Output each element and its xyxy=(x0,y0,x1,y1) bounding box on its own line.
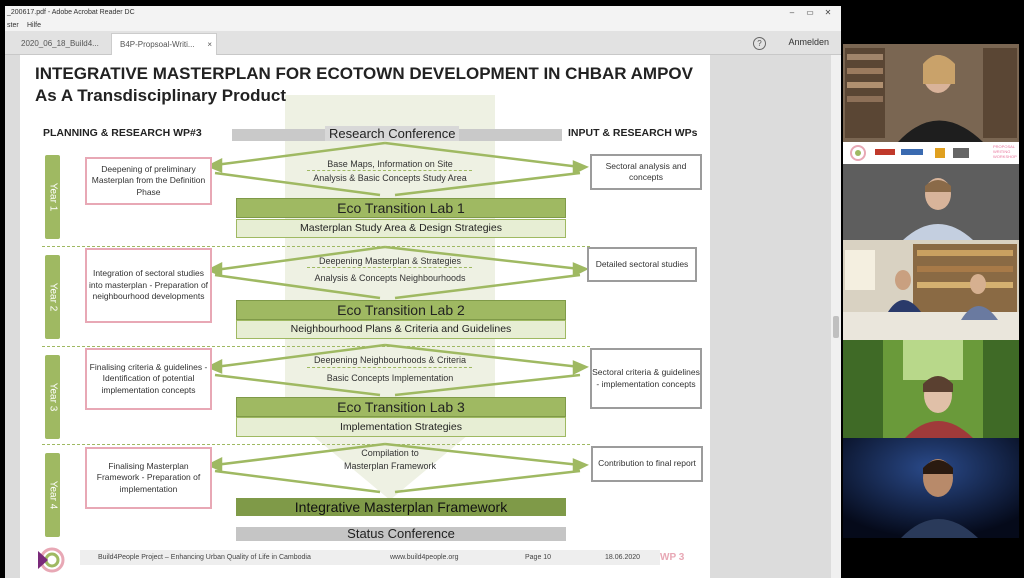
title-bar: _200617.pdf - Adobe Acrobat Reader DC – … xyxy=(5,6,841,20)
video-tile-participant-3[interactable] xyxy=(843,240,1019,340)
year-1-label: Year 1 xyxy=(47,182,58,212)
lab-2-subtitle: Neighbourhood Plans & Criteria and Guide… xyxy=(236,320,566,339)
mid-divider xyxy=(307,267,472,268)
tab-bar: 2020_06_18_Build4... B4P-Propsoal-Writi.… xyxy=(5,31,841,55)
build4people-logo xyxy=(38,547,65,573)
year-2-marker: Year 2 xyxy=(45,255,60,339)
footer-url: www.build4people.org xyxy=(390,554,459,561)
video-tile-participant-2[interactable] xyxy=(843,164,1019,240)
mid-text-year-3a: Deepening Neighbourhoods & Criteria xyxy=(313,355,467,365)
mid-divider xyxy=(307,170,472,171)
footer-date: 18.06.2020 xyxy=(605,554,641,561)
help-icon[interactable]: ? xyxy=(753,37,766,50)
eco-transition-lab-3: Eco Transition Lab 3 xyxy=(236,397,566,417)
mid-divider xyxy=(307,367,472,368)
window-title: _200617.pdf - Adobe Acrobat Reader DC xyxy=(7,9,135,16)
background-down-arrow xyxy=(270,95,510,500)
footer-page: Page 10 xyxy=(525,554,552,561)
footer-wp: WP 3 xyxy=(660,552,685,563)
tab-label: 2020_06_18_Build4... xyxy=(21,39,99,48)
left-box-year-4: Finalising Masterplan Framework - Prepar… xyxy=(85,447,212,509)
menu-item-window[interactable]: ster xyxy=(7,20,19,31)
maximize-icon[interactable]: ▭ xyxy=(803,8,817,18)
right-box-year-4: Contribution to final report xyxy=(591,446,703,482)
scrollbar-thumb[interactable] xyxy=(833,316,839,338)
slide-subtitle: As A Transdisciplinary Product xyxy=(35,86,286,105)
mid-text-year-4b: Masterplan Framework xyxy=(343,461,437,471)
participant-5-video xyxy=(843,438,1019,538)
tab-document-2[interactable]: B4P-Propsoal-Writi... × xyxy=(111,33,217,55)
status-conference: Status Conference xyxy=(236,527,566,541)
left-box-year-2: Integration of sectoral studies into mas… xyxy=(85,248,212,323)
participant-3-video xyxy=(843,240,1019,340)
year-1-marker: Year 1 xyxy=(45,155,60,239)
right-column-header: INPUT & RESEARCH WPs xyxy=(568,127,698,139)
eco-transition-lab-1: Eco Transition Lab 1 xyxy=(236,198,566,218)
lab-1-subtitle: Masterplan Study Area & Design Strategie… xyxy=(236,219,566,238)
mid-text-year-1a: Base Maps, Information on Site xyxy=(327,159,453,169)
participant-2-video xyxy=(843,164,1019,240)
research-conference-label: Research Conference xyxy=(325,126,460,141)
right-box-year-2: Detailed sectoral studies xyxy=(587,247,697,282)
close-icon[interactable]: ✕ xyxy=(821,8,835,18)
slide-title: INTEGRATIVE MASTERPLAN FOR ECOTOWN DEVEL… xyxy=(35,64,693,83)
workshop-banner: PROPOSAL WRITING WORKSHOP xyxy=(843,142,1019,164)
menu-bar: ster Hilfe xyxy=(5,20,841,31)
tab-document-1[interactable]: 2020_06_18_Build4... xyxy=(13,33,116,54)
integrative-masterplan-framework: Integrative Masterplan Framework xyxy=(236,498,566,516)
presenter-video xyxy=(843,44,1019,142)
year-divider-1 xyxy=(42,246,590,247)
year-3-label: Year 3 xyxy=(47,382,58,412)
mid-text-year-1b: Analysis & Basic Concepts Study Area xyxy=(313,173,467,183)
minimize-icon[interactable]: – xyxy=(785,8,799,18)
mid-text-year-3b: Basic Concepts Implementation xyxy=(326,373,454,383)
left-box-year-3: Finalising criteria & guidelines - Ident… xyxy=(85,348,212,410)
year-4-label: Year 4 xyxy=(47,480,58,510)
mid-text-year-4a: Compilation to xyxy=(361,448,419,458)
right-box-year-3: Sectoral criteria & guidelines - impleme… xyxy=(590,348,702,409)
left-box-year-1: Deepening of preliminary Masterplan from… xyxy=(85,157,212,205)
footer-project: Build4People Project – Enhancing Urban Q… xyxy=(98,554,311,561)
participant-4-video xyxy=(843,340,1019,438)
lab-3-subtitle: Implementation Strategies xyxy=(236,417,566,437)
signin-button[interactable]: Anmelden xyxy=(788,31,829,54)
year-divider-3 xyxy=(42,444,590,445)
eco-transition-lab-2: Eco Transition Lab 2 xyxy=(236,300,566,320)
video-tile-presenter[interactable] xyxy=(843,44,1019,142)
video-tile-participant-5[interactable] xyxy=(843,438,1019,538)
left-column-header: PLANNING & RESEARCH WP#3 xyxy=(43,127,202,139)
workshop-logo-text: PROPOSAL WRITING WORKSHOP xyxy=(993,144,1017,159)
pdf-page: INTEGRATIVE MASTERPLAN FOR ECOTOWN DEVEL… xyxy=(20,55,710,578)
menu-item-help[interactable]: Hilfe xyxy=(27,20,41,31)
tab-close-icon[interactable]: × xyxy=(207,34,212,55)
mid-text-year-2a: Deepening Masterplan & Strategies xyxy=(318,256,462,266)
mid-text-year-2b: Analysis & Concepts Neighbourhoods xyxy=(314,273,466,283)
video-tile-participant-4[interactable] xyxy=(843,340,1019,438)
year-2-label: Year 2 xyxy=(47,282,58,312)
acrobat-window: _200617.pdf - Adobe Acrobat Reader DC – … xyxy=(5,6,841,578)
tab-label: B4P-Propsoal-Writi... xyxy=(120,40,195,49)
right-box-year-1: Sectoral analysis and concepts xyxy=(590,154,702,190)
year-3-marker: Year 3 xyxy=(45,355,60,439)
year-divider-2 xyxy=(42,346,590,347)
year-4-marker: Year 4 xyxy=(45,453,60,537)
